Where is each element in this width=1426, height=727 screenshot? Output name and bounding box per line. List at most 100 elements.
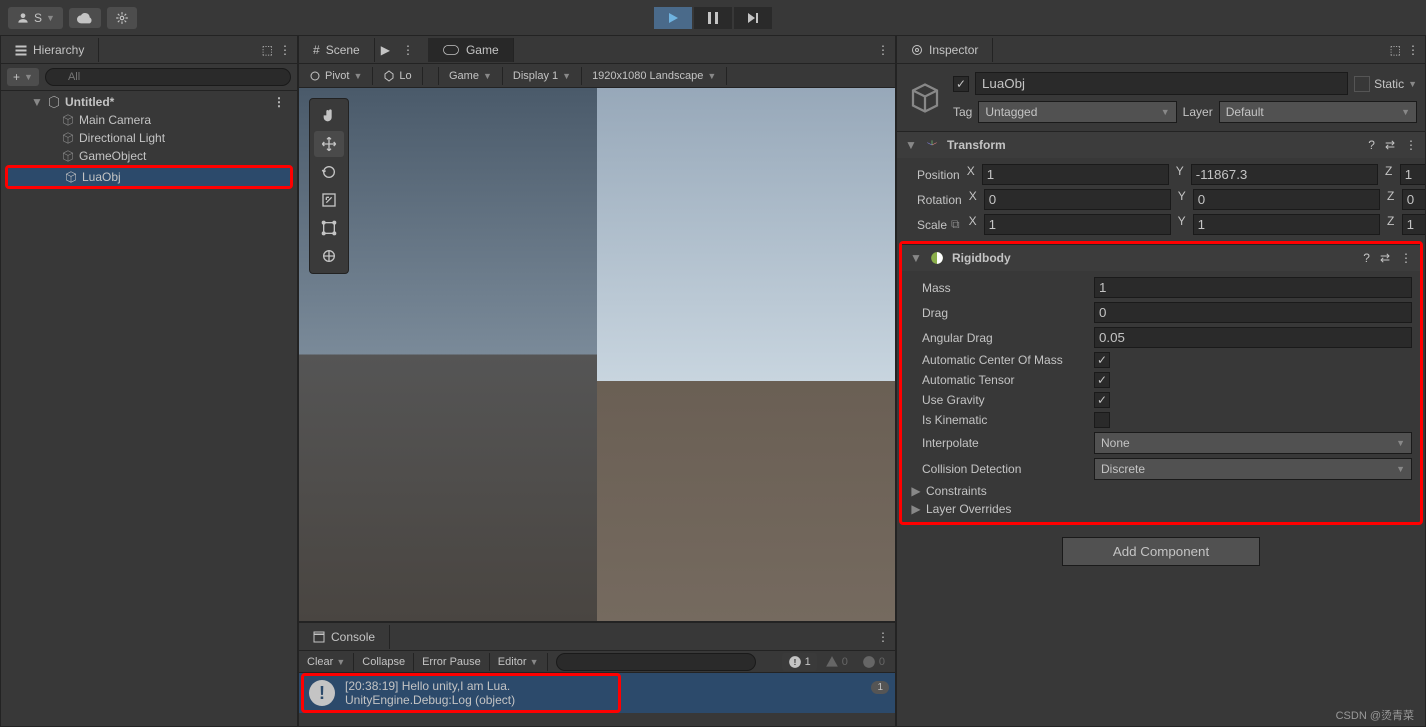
rotation-z-input[interactable] (1402, 189, 1425, 210)
cloud-button[interactable] (69, 8, 101, 28)
hierarchy-item-label: GameObject (79, 149, 146, 163)
display-dropdown[interactable]: Display 1 ▼ (503, 67, 582, 85)
scene-nav-icon[interactable]: ▶ (375, 43, 396, 57)
position-x-input[interactable] (982, 164, 1169, 185)
component-menu-icon[interactable]: ⋮ (1405, 138, 1417, 152)
hierarchy-tab[interactable]: Hierarchy (1, 38, 99, 62)
pivot-button[interactable]: Pivot▼ (299, 67, 373, 85)
transform-header[interactable]: ▼ Transform ? ⇄ ⋮ (897, 131, 1425, 158)
game-view[interactable] (597, 88, 895, 621)
step-button[interactable] (734, 7, 772, 29)
position-z-input[interactable] (1400, 164, 1425, 185)
move-tool[interactable] (314, 131, 344, 157)
scene-root[interactable]: ▼ Untitled* ⋮ (1, 93, 297, 111)
panel-menu-icon[interactable]: ⋮ (279, 43, 291, 57)
rotation-y-input[interactable] (1193, 189, 1380, 210)
gravity-checkbox[interactable]: ✓ (1094, 392, 1110, 408)
overrides-row[interactable]: ▶Layer Overrides (910, 500, 1412, 518)
game-mode-dropdown[interactable]: Game ▼ (439, 67, 503, 85)
hierarchy-title: Hierarchy (33, 43, 84, 57)
hierarchy-item-gameobject[interactable]: GameObject (1, 147, 297, 165)
scale-z-input[interactable] (1402, 214, 1425, 235)
hierarchy-item-main-camera[interactable]: Main Camera (1, 111, 297, 129)
hierarchy-item-luaobj[interactable]: LuaObj (8, 168, 290, 186)
drag-label: Drag (910, 306, 1090, 320)
help-icon[interactable]: ? (1368, 138, 1375, 152)
acom-label: Automatic Center Of Mass (910, 353, 1090, 367)
rotation-x-input[interactable] (984, 189, 1171, 210)
preset-icon[interactable]: ⇄ (1385, 138, 1395, 152)
editor-dropdown[interactable]: Editor ▼ (490, 653, 548, 671)
info-count-badge[interactable]: ! 1 (782, 653, 817, 671)
console-tab[interactable]: Console (299, 625, 390, 649)
acom-checkbox[interactable]: ✓ (1094, 352, 1110, 368)
rigidbody-header[interactable]: ▼ Rigidbody ? ⇄ ⋮ (902, 244, 1420, 271)
object-icon[interactable] (905, 78, 945, 118)
local-button[interactable]: Lo (373, 67, 422, 85)
scene-menu-icon[interactable]: ⋮ (396, 43, 420, 57)
object-name-input[interactable] (975, 72, 1348, 95)
create-button[interactable]: + ▼ (7, 68, 39, 86)
collapse-button[interactable]: Collapse (354, 653, 414, 671)
top-toolbar: S ▼ (0, 0, 1426, 35)
panel-menu-icon[interactable]: ⋮ (1407, 43, 1419, 57)
fold-icon[interactable]: ▼ (31, 95, 43, 109)
drag-input[interactable] (1094, 302, 1412, 323)
gear-icon (115, 11, 129, 25)
position-y-input[interactable] (1191, 164, 1378, 185)
settings-button[interactable] (107, 7, 137, 29)
hierarchy-item-directional-light[interactable]: Directional Light (1, 129, 297, 147)
interpolate-dropdown[interactable]: None▼ (1094, 432, 1412, 454)
console-log-entry[interactable]: ! [20:38:19] Hello unity,I am Lua. Unity… (299, 673, 895, 713)
hierarchy-search-input[interactable] (45, 68, 291, 86)
inspector-tab[interactable]: Inspector (897, 38, 993, 62)
fold-icon[interactable]: ▼ (905, 138, 917, 152)
lock-icon[interactable]: ⬚ (262, 43, 273, 57)
scene-view[interactable] (299, 88, 597, 621)
help-icon[interactable]: ? (1363, 251, 1370, 265)
scene-tab[interactable]: # Scene (299, 38, 375, 62)
mass-input[interactable] (1094, 277, 1412, 298)
collision-label: Collision Detection (910, 462, 1090, 476)
scale-tool[interactable] (314, 187, 344, 213)
rotate-tool[interactable] (314, 159, 344, 185)
scale-x-input[interactable] (984, 214, 1171, 235)
angular-drag-label: Angular Drag (910, 331, 1090, 345)
hand-tool[interactable] (314, 103, 344, 129)
game-icon (442, 44, 460, 56)
console-search-input[interactable] (556, 653, 756, 671)
link-icon[interactable]: ⧉ (951, 217, 960, 232)
error-count-badge[interactable]: 0 (856, 653, 891, 671)
static-checkbox[interactable] (1354, 76, 1370, 92)
account-button[interactable]: S ▼ (8, 7, 63, 29)
kinematic-checkbox[interactable] (1094, 412, 1110, 428)
fold-icon[interactable]: ▼ (910, 251, 922, 265)
transform-tool[interactable] (314, 243, 344, 269)
component-menu-icon[interactable]: ⋮ (1400, 251, 1412, 265)
static-dropdown-icon[interactable]: ▼ (1408, 79, 1417, 89)
panel-menu-icon[interactable]: ⋮ (877, 630, 889, 644)
constraints-row[interactable]: ▶Constraints (910, 482, 1412, 500)
game-tab[interactable]: Game (428, 38, 514, 62)
layer-dropdown[interactable]: Default▼ (1219, 101, 1417, 123)
scene-menu-icon[interactable]: ⋮ (273, 95, 293, 109)
lock-icon[interactable]: ⬚ (1390, 43, 1401, 57)
tag-dropdown[interactable]: Untagged▼ (978, 101, 1176, 123)
play-button[interactable] (654, 7, 692, 29)
resolution-dropdown[interactable]: 1920x1080 Landscape ▼ (582, 67, 727, 85)
panel-menu-icon[interactable]: ⋮ (877, 43, 889, 57)
pause-button[interactable] (694, 7, 732, 29)
clear-button[interactable]: Clear ▼ (299, 653, 354, 671)
preset-icon[interactable]: ⇄ (1380, 251, 1390, 265)
scale-y-input[interactable] (1193, 214, 1380, 235)
add-component-button[interactable]: Add Component (1062, 537, 1260, 566)
atensor-checkbox[interactable]: ✓ (1094, 372, 1110, 388)
enabled-checkbox[interactable]: ✓ (953, 76, 969, 92)
angular-drag-input[interactable] (1094, 327, 1412, 348)
error-pause-button[interactable]: Error Pause (414, 653, 490, 671)
rect-tool[interactable] (314, 215, 344, 241)
hierarchy-panel: Hierarchy ⬚ ⋮ + ▼ ▼ Untitled* ⋮ Main Cam… (0, 35, 298, 727)
transform-title: Transform (947, 138, 1006, 152)
warn-count-badge[interactable]: 0 (819, 653, 854, 671)
collision-dropdown[interactable]: Discrete▼ (1094, 458, 1412, 480)
